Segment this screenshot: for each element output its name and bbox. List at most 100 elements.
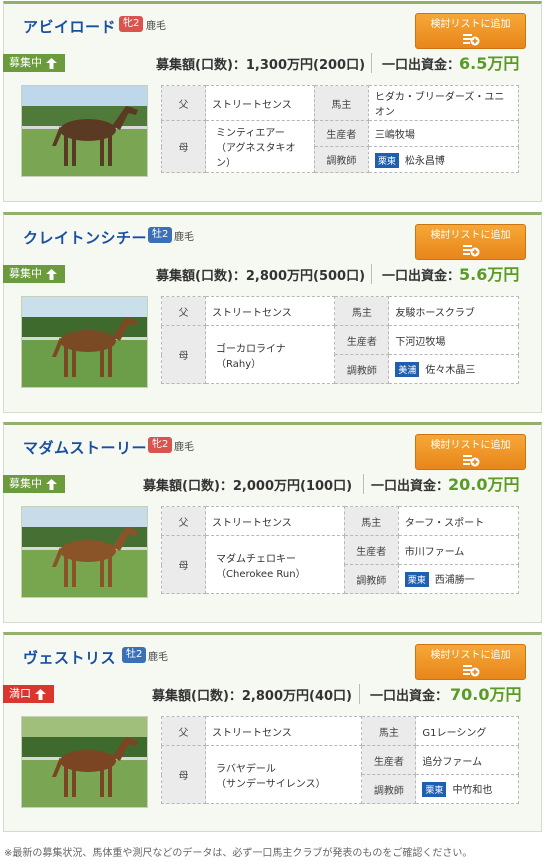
dam-sire-value: （サンデーサイレンス） <box>216 778 326 790</box>
status-arrow-icon <box>46 269 57 280</box>
horse-name[interactable]: アビイロード <box>23 16 116 37</box>
trainer-header: 調教師 <box>343 564 399 594</box>
sire-value: ストリートセンス <box>205 84 315 122</box>
breeder-value: 市川ファーム <box>397 535 520 565</box>
unit-price-label: 一口出資金： <box>382 269 461 284</box>
unit-price-value: 70.0万円 <box>450 685 522 704</box>
trainer-region-badge: 美浦 <box>395 362 420 377</box>
breeder-header: 生産者 <box>313 120 369 147</box>
sex-age-badge: 牝2 <box>119 16 144 32</box>
owner-value: ターフ・スポート <box>397 506 520 536</box>
trainer-cell: 栗東 西浦勝一 <box>397 564 520 594</box>
divider <box>363 474 364 494</box>
add-to-list-label: 検討リストに追加 <box>430 230 511 241</box>
horse-photo-svg <box>22 717 147 807</box>
status-arrow-icon <box>46 58 57 69</box>
unit-price-label: 一口出資金： <box>370 689 449 704</box>
horse-card: ヴェストリス 牡2 鹿毛 検討リストに追加 満口 募集額(口数)：2,800万円… <box>3 632 542 832</box>
trainer-value: 西浦勝一 <box>434 575 475 586</box>
horse-card: アビイロード 牝2 鹿毛 検討リストに追加 募集中 募集額(口数)：1,300万… <box>3 1 542 202</box>
horse-name[interactable]: クレイトンシチー <box>23 227 147 248</box>
unit-price-label: 一口出資金： <box>371 479 450 494</box>
divider <box>371 53 372 73</box>
coat-color: 鹿毛 <box>148 652 168 663</box>
dam-sire-value: （アグネスタキオン） <box>216 143 296 169</box>
dam-header: 母 <box>161 745 206 804</box>
horse-card: マダムストーリー 牝2 鹿毛 検討リストに追加 募集中 募集額(口数)：2,00… <box>3 422 542 623</box>
pedigree-table: 父 ストリートセンス 馬主 ヒダカ・ブリーダーズ・ユニオン 母 ミンティエアー … <box>161 84 520 173</box>
breeder-value: 下河辺牧場 <box>388 325 519 355</box>
recruit-status-badge: 募集中 <box>3 265 65 283</box>
pedigree-table: 父 ストリートセンス 馬主 友駿ホースクラブ 母 ゴーカロライナ （Rahy） … <box>161 296 519 384</box>
sire-value: ストリートセンス <box>204 296 336 326</box>
horse-name[interactable]: マダムストーリー <box>23 437 147 458</box>
funding-amount: 募集額(口数)：2,800万円(40口) <box>152 689 352 704</box>
recruit-status-badge: 募集中 <box>3 54 65 72</box>
unit-price-value: 5.6万円 <box>459 265 520 284</box>
horse-photo-svg <box>22 297 147 387</box>
coat-color: 鹿毛 <box>174 232 194 243</box>
unit-price-value: 6.5万円 <box>459 54 520 73</box>
unit-price-label: 一口出資金： <box>382 58 461 73</box>
trainer-value: 中竹和也 <box>452 785 493 796</box>
sire-value: ストリートセンス <box>204 716 363 746</box>
dam-sire-value: （Cherokee Run） <box>216 568 306 580</box>
owner-header: 馬主 <box>343 506 399 536</box>
add-list-icon <box>462 245 479 257</box>
dam-cell: マダムチェロキー （Cherokee Run） <box>205 535 345 594</box>
divider <box>371 264 372 284</box>
add-list-icon <box>462 34 479 46</box>
sire-header: 父 <box>161 296 206 326</box>
add-list-icon <box>462 665 479 677</box>
trainer-cell: 美浦 佐々木晶三 <box>388 354 519 384</box>
breeder-value: 追分ファーム <box>415 745 519 775</box>
dam-value: ラバヤデール <box>216 763 276 775</box>
dam-cell: ゴーカロライナ （Rahy） <box>204 325 336 384</box>
status-label: 満口 <box>9 687 31 700</box>
sire-header: 父 <box>161 506 206 536</box>
add-to-list-button[interactable]: 検討リストに追加 <box>415 224 526 260</box>
recruit-status-badge: 募集中 <box>3 475 65 493</box>
owner-value: ヒダカ・ブリーダーズ・ユニオン <box>367 84 520 122</box>
trainer-region-badge: 栗東 <box>422 782 447 797</box>
trainer-header: 調教師 <box>313 146 369 173</box>
horse-photo[interactable] <box>21 716 148 808</box>
add-list-icon <box>462 455 479 467</box>
horse-photo-svg <box>22 507 147 597</box>
horse-photo[interactable] <box>21 85 148 177</box>
add-to-list-button[interactable]: 検討リストに追加 <box>415 13 526 49</box>
recruit-status-badge: 満口 <box>3 685 54 703</box>
pedigree-table: 父 ストリートセンス 馬主 G1レーシング 母 ラバヤデール （サンデーサイレン… <box>161 716 519 804</box>
sex-age-badge: 牡2 <box>148 227 173 243</box>
sex-age-badge: 牡2 <box>122 647 147 663</box>
sex-age-badge: 牝2 <box>148 437 173 453</box>
horse-photo-svg <box>22 86 147 176</box>
breeder-header: 生産者 <box>334 325 390 355</box>
breeder-value: 三嶋牧場 <box>367 120 520 147</box>
add-to-list-button[interactable]: 検討リストに追加 <box>415 644 526 680</box>
trainer-header: 調教師 <box>361 774 417 804</box>
trainer-header: 調教師 <box>334 354 390 384</box>
dam-header: 母 <box>161 325 206 384</box>
coat-color: 鹿毛 <box>146 21 166 32</box>
owner-header: 馬主 <box>361 716 417 746</box>
footnote: ※最新の募集状況、馬体重や測尺などのデータは、必ず一口馬主クラブが発表のものをご… <box>4 848 473 859</box>
dam-sire-value: （Rahy） <box>216 358 262 370</box>
horse-name[interactable]: ヴェストリス <box>23 647 116 668</box>
dam-value: ゴーカロライナ <box>216 343 286 355</box>
status-label: 募集中 <box>9 267 42 280</box>
owner-value: G1レーシング <box>415 716 519 746</box>
breeder-header: 生産者 <box>343 535 399 565</box>
horse-photo[interactable] <box>21 296 148 388</box>
pedigree-table: 父 ストリートセンス 馬主 ターフ・スポート 母 マダムチェロキー （Chero… <box>161 506 520 594</box>
owner-header: 馬主 <box>313 84 369 122</box>
funding-amount: 募集額(口数)：2,800万円(500口) <box>156 269 366 284</box>
add-to-list-label: 検討リストに追加 <box>430 19 511 30</box>
trainer-region-badge: 栗東 <box>374 152 399 168</box>
horse-photo[interactable] <box>21 506 148 598</box>
add-to-list-label: 検討リストに追加 <box>430 440 511 451</box>
status-arrow-icon <box>46 479 57 490</box>
breeder-header: 生産者 <box>361 745 417 775</box>
add-to-list-button[interactable]: 検討リストに追加 <box>415 434 526 470</box>
dam-cell: ミンティエアー （アグネスタキオン） <box>205 120 315 173</box>
